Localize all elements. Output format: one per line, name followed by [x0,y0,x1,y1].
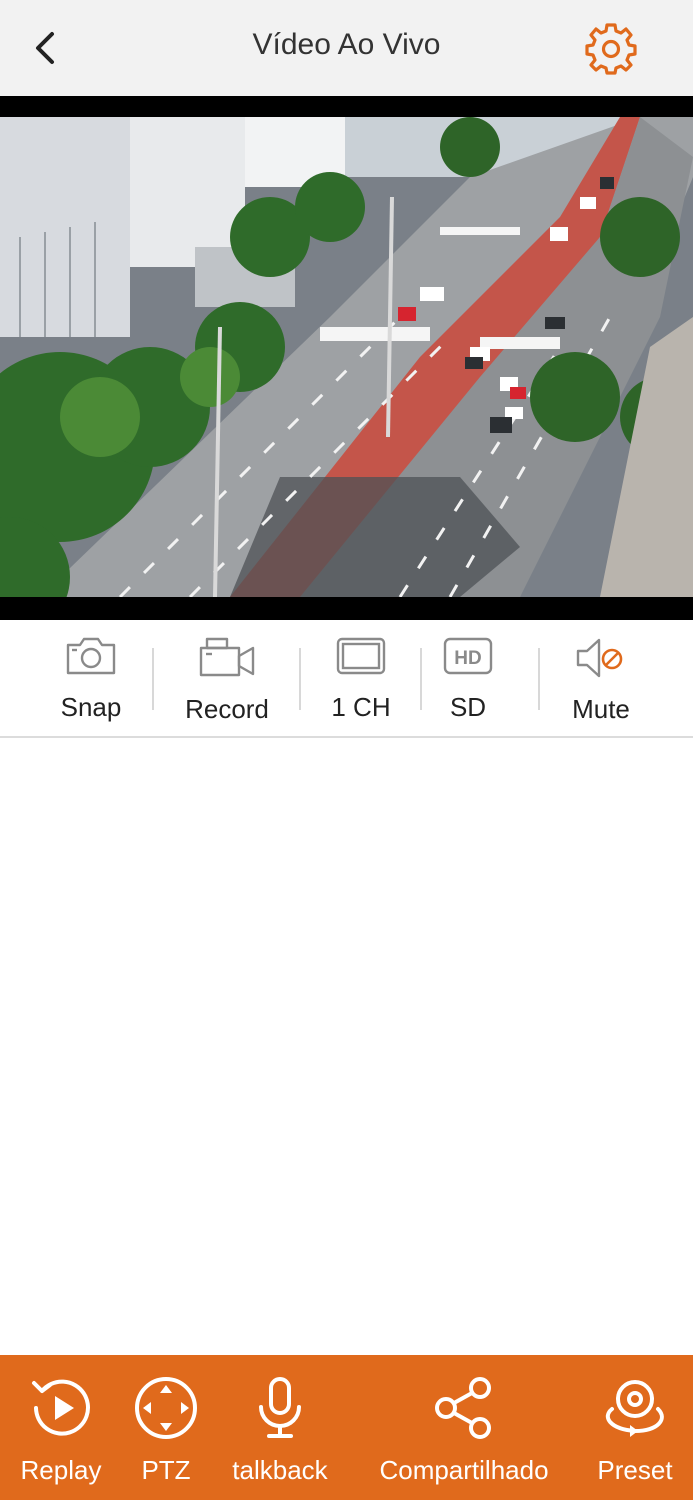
toolbar-divider [152,648,154,710]
snap-button[interactable]: Snap [40,620,142,736]
share-label: Compartilhado [379,1455,549,1485]
snap-label: Snap [60,692,122,722]
ptz-label: PTZ [141,1455,191,1485]
preset-rotate-icon [605,1380,664,1437]
channel-layout-button[interactable]: 1 CH [318,620,404,736]
ptz-direction-icon [135,1377,197,1439]
talkback-label: talkback [232,1455,328,1485]
share-icon [435,1377,491,1439]
microphone-icon [259,1377,301,1438]
live-video-player[interactable] [0,96,693,620]
mute-button[interactable]: Mute [556,620,646,736]
live-video-frame [0,117,693,597]
toolbar-divider [420,648,422,710]
quality-button[interactable]: HD SD [432,620,504,736]
toolbar-divider [538,648,540,710]
screen-layout-icon [336,637,386,675]
ptz-button[interactable]: PTZ [128,1355,204,1500]
svg-text:HD: HD [454,648,481,669]
settings-button[interactable] [584,22,638,76]
talkback-button[interactable]: talkback [222,1355,338,1500]
speaker-muted-icon [576,638,623,678]
share-button[interactable]: Compartilhado [370,1355,558,1500]
camera-icon [66,637,116,675]
record-button[interactable]: Record [170,620,284,736]
video-toolbar: Snap Record 1 CH HD SD Mute [0,620,693,738]
preset-button[interactable]: Preset [580,1355,690,1500]
channel-label: 1 CH [331,692,391,722]
quality-label: SD [449,692,487,722]
replay-button[interactable]: Replay [10,1355,112,1500]
gear-icon [585,23,637,75]
mute-label: Mute [572,694,630,724]
record-label: Record [185,694,269,724]
video-camera-icon [199,637,255,677]
replay-label: Replay [20,1455,102,1485]
replay-icon [32,1379,90,1436]
toolbar-divider [299,648,301,710]
preset-label: Preset [597,1455,673,1485]
header-bar: Vídeo Ao Vivo [0,0,693,96]
bottom-action-bar: Replay PTZ talkback Compartilhado Preset [0,1355,693,1500]
hd-icon: HD [443,637,493,675]
